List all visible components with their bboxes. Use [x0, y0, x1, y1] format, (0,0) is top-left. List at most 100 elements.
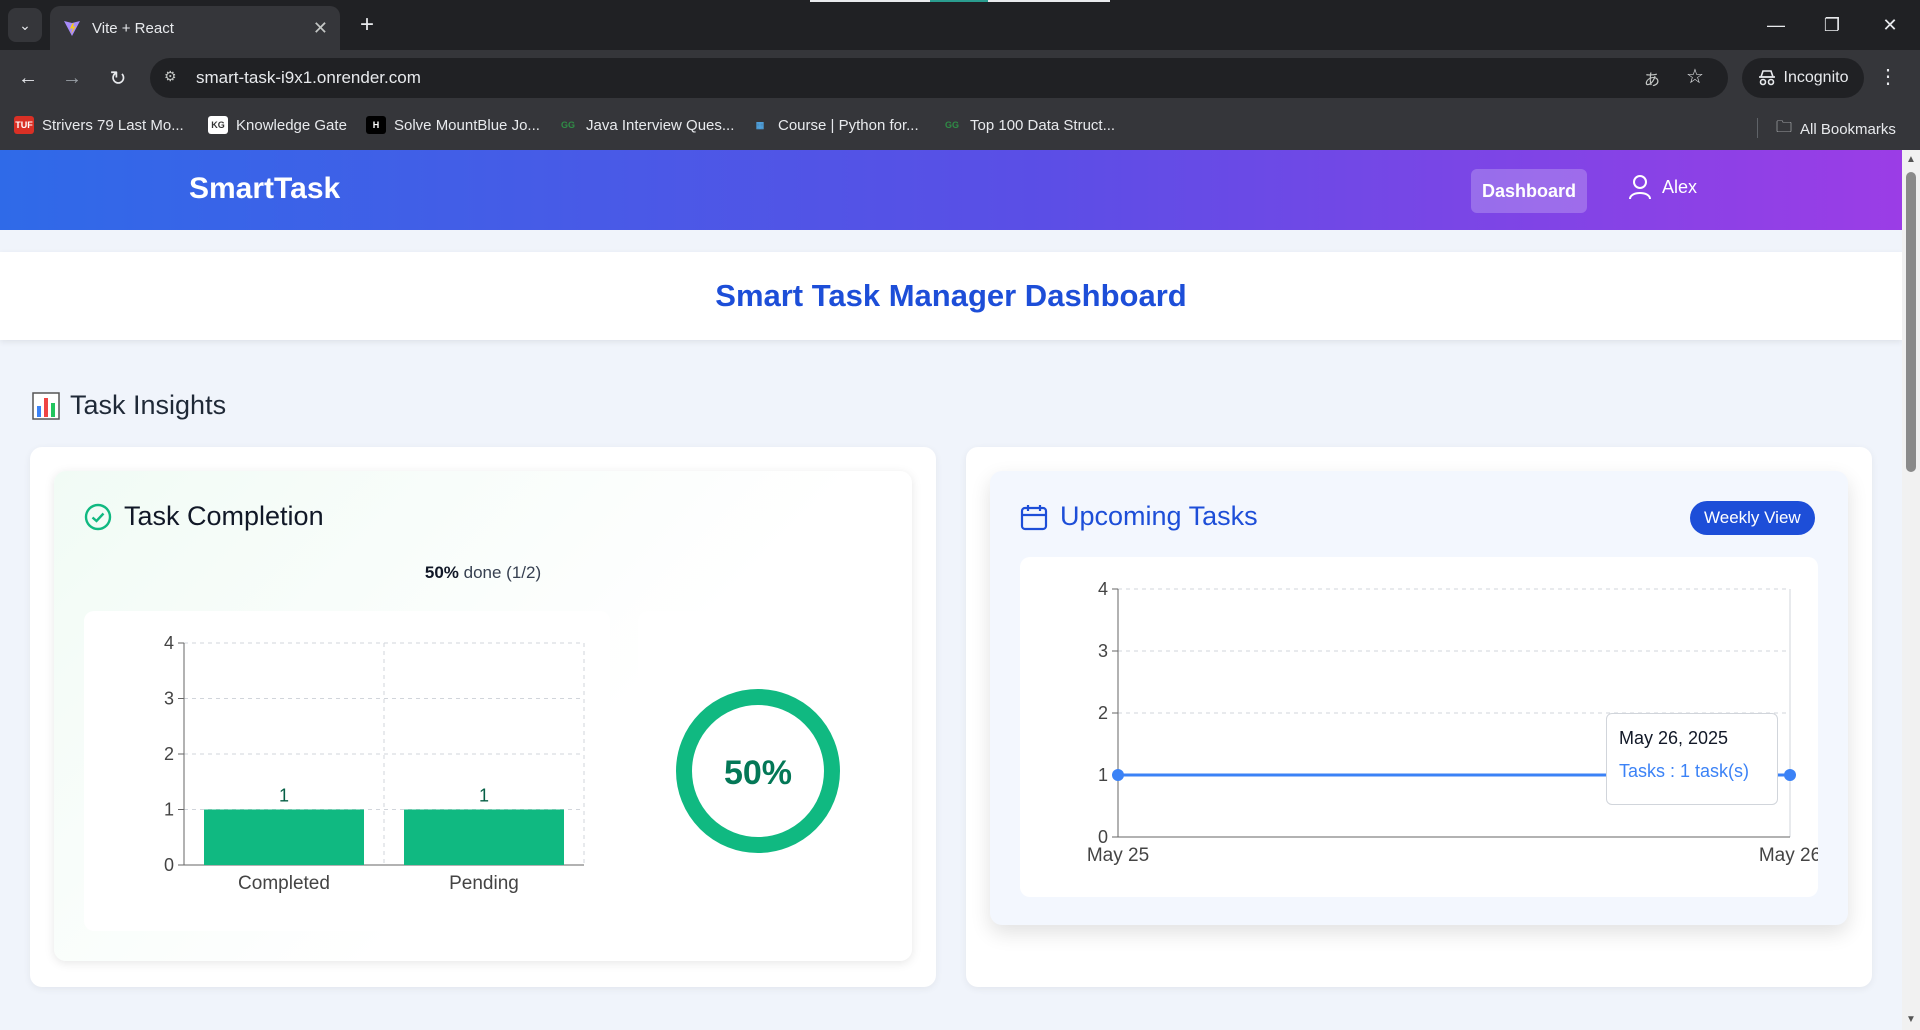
- bookmark-label: Top 100 Data Struct...: [970, 116, 1116, 134]
- bookmark-label: Java Interview Ques...: [586, 116, 735, 134]
- weekly-view-badge[interactable]: Weekly View: [1690, 501, 1815, 535]
- course-icon: ▦: [755, 119, 765, 130]
- bar: [404, 809, 564, 865]
- bar-chart-panel: 0 1 2 3 4 1 Completed 1 Pending: [84, 611, 610, 931]
- chevron-down-icon: ⌄: [19, 16, 31, 33]
- all-bookmarks-button[interactable]: 🗀 All Bookmarks: [1776, 116, 1896, 143]
- browser-tab-active[interactable]: Vite + React ✕: [50, 6, 340, 50]
- upcoming-tasks-title-text: Upcoming Tasks: [1060, 501, 1258, 531]
- incognito-indicator[interactable]: Incognito: [1742, 58, 1864, 98]
- address-bar[interactable]: ⚙ smart-task-i9x1.onrender.com あ ☆: [150, 58, 1728, 98]
- arrow-right-icon: →: [62, 66, 82, 89]
- bookmarks-divider: [1757, 118, 1758, 138]
- browser-tab-strip: ⌄ Vite + React ✕ + — ❐ ✕: [0, 0, 1920, 50]
- bookmark-item[interactable]: GG Top 100 Data Struct...: [942, 116, 1115, 134]
- forward-button[interactable]: →: [56, 62, 88, 94]
- arrow-left-icon: ←: [18, 66, 38, 89]
- tab-title: Vite + React: [92, 19, 174, 37]
- close-tab-icon[interactable]: ✕: [313, 18, 328, 39]
- minimize-button[interactable]: —: [1756, 10, 1796, 40]
- close-window-button[interactable]: ✕: [1870, 10, 1910, 40]
- bookmark-label: Strivers 79 Last Mo...: [42, 116, 184, 134]
- page-viewport: SmartTask Dashboard Alex Smart Task Mana…: [0, 150, 1902, 1030]
- folder-icon: 🗀: [1776, 119, 1793, 136]
- bookmark-label: Solve MountBlue Jo...: [394, 116, 540, 134]
- scroll-down-icon[interactable]: ▼: [1906, 1014, 1916, 1025]
- data-point: [1112, 769, 1124, 781]
- reload-icon: ↻: [109, 67, 127, 90]
- completion-summary: 50% done (1/2): [54, 563, 912, 583]
- user-name: Alex: [1662, 176, 1698, 197]
- brand-logo[interactable]: SmartTask: [189, 172, 340, 206]
- completion-section: Task Completion 50% done (1/2) 0 1 2 3 4 1 Com…: [30, 447, 936, 987]
- completion-detail: done (1/2): [463, 563, 542, 582]
- completion-ring: 50%: [676, 689, 840, 853]
- y-tick-label: 0: [1098, 827, 1108, 847]
- y-tick-label: 2: [164, 744, 174, 764]
- task-completion-title: Task Completion: [84, 501, 324, 532]
- y-tick-label: 4: [164, 633, 174, 653]
- app-navbar: SmartTask Dashboard Alex: [0, 150, 1902, 230]
- upcoming-section: Upcoming Tasks Weekly View 0 1 2 3 4 May 25 Ma…: [966, 447, 1872, 987]
- task-completion-title-text: Task Completion: [124, 501, 324, 531]
- bookmark-item[interactable]: TUF Strivers 79 Last Mo...: [14, 116, 184, 134]
- bookmark-star-icon[interactable]: ☆: [1686, 64, 1710, 88]
- check-circle-icon: [84, 503, 112, 530]
- y-tick-label: 1: [1098, 765, 1108, 785]
- y-tick-label: 1: [164, 800, 174, 820]
- data-point: [1784, 769, 1796, 781]
- bar-value-label: 1: [479, 786, 489, 806]
- ring-label: 50%: [724, 754, 792, 792]
- x-tick-label: Completed: [238, 873, 330, 894]
- bookmark-item[interactable]: GG Java Interview Ques...: [558, 116, 734, 134]
- tab-search-button[interactable]: ⌄: [8, 8, 42, 42]
- bar-chart-emoji-icon: [32, 391, 60, 420]
- bookmarks-bar: TUF Strivers 79 Last Mo... KG Knowledge …: [0, 106, 1920, 150]
- completion-percent: 50%: [424, 563, 459, 582]
- all-bookmarks-label: All Bookmarks: [1800, 121, 1896, 138]
- x-tick-label: May 25: [1087, 845, 1149, 866]
- gfg-icon: GG: [944, 120, 959, 130]
- user-icon: [1629, 175, 1651, 200]
- incognito-label: Incognito: [1783, 69, 1849, 86]
- back-button[interactable]: ←: [12, 62, 44, 94]
- y-tick-label: 0: [164, 855, 174, 875]
- line-chart-panel: 0 1 2 3 4 May 25 May 26 May 26, 2025 Tasks : 1…: [1020, 557, 1821, 897]
- user-menu[interactable]: Alex: [1628, 174, 1697, 200]
- chart-tooltip: May 26, 2025 Tasks : 1 task(s): [1606, 713, 1778, 805]
- task-completion-card: Task Completion 50% done (1/2) 0 1 2 3 4 1 Com…: [54, 471, 912, 961]
- bookmark-item[interactable]: KG Knowledge Gate: [208, 116, 347, 134]
- browser-menu-icon[interactable]: ⋮: [1878, 64, 1898, 89]
- restore-button[interactable]: ❐: [1812, 10, 1852, 40]
- knowledge-gate-icon: KG: [208, 116, 228, 134]
- reload-button[interactable]: ↻: [102, 62, 134, 94]
- completion-ring-panel: 50%: [638, 611, 878, 931]
- bookmark-item[interactable]: H Solve MountBlue Jo...: [366, 116, 540, 134]
- bar-value-label: 1: [279, 786, 289, 806]
- incognito-icon: [1758, 70, 1775, 86]
- site-info-icon[interactable]: ⚙: [164, 68, 184, 88]
- vite-logo-icon: [64, 21, 80, 36]
- page-scrollbar[interactable]: ▲ ▼: [1902, 150, 1920, 1030]
- bar: [204, 809, 364, 865]
- scroll-up-icon[interactable]: ▲: [1906, 154, 1916, 165]
- tuf-icon: TUF: [14, 116, 34, 134]
- bookmark-item[interactable]: ▦ Course | Python for...: [750, 116, 919, 134]
- nav-dashboard-button[interactable]: Dashboard: [1471, 169, 1587, 213]
- new-tab-button[interactable]: +: [352, 10, 382, 40]
- upcoming-tasks-title: Upcoming Tasks: [1020, 501, 1258, 532]
- y-tick-label: 4: [1098, 579, 1108, 599]
- page-title: Smart Task Manager Dashboard: [715, 278, 1187, 313]
- page-title-band: Smart Task Manager Dashboard: [0, 252, 1902, 340]
- translate-icon[interactable]: あ: [1644, 66, 1668, 90]
- scrollbar-thumb[interactable]: [1906, 172, 1916, 472]
- bookmark-label: Course | Python for...: [778, 116, 919, 134]
- upcoming-tasks-card: Upcoming Tasks Weekly View 0 1 2 3 4 May 25 Ma…: [990, 471, 1848, 925]
- hackerrank-icon: H: [366, 116, 386, 134]
- insights-heading-text: Task Insights: [70, 390, 227, 420]
- completion-bar-chart: 0 1 2 3 4 1 Completed 1 Pending: [164, 633, 585, 894]
- y-tick-label: 3: [1098, 641, 1108, 661]
- x-tick-label: May 26: [1759, 845, 1818, 866]
- url-text: smart-task-i9x1.onrender.com: [196, 68, 421, 87]
- bookmark-label: Knowledge Gate: [236, 116, 347, 134]
